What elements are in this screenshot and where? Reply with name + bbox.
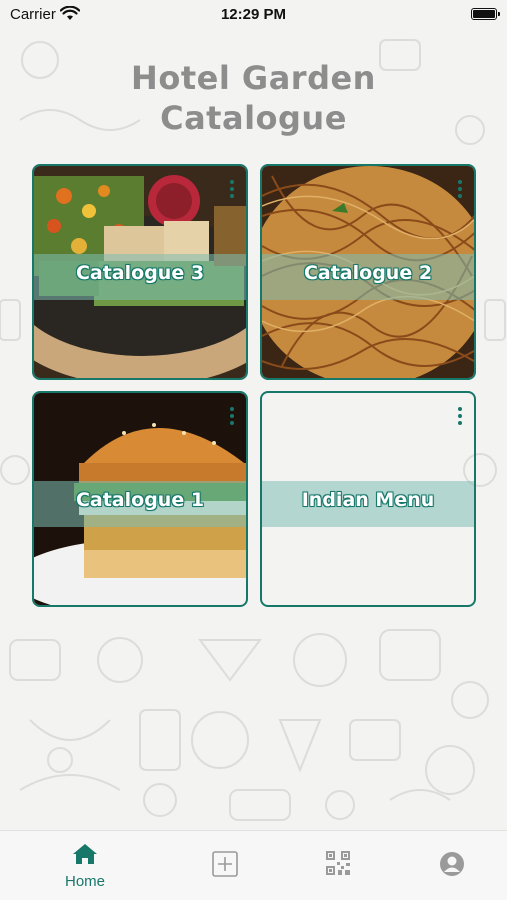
- tab-home[interactable]: Home: [22, 831, 148, 900]
- more-options-icon[interactable]: [230, 180, 234, 198]
- catalogue-card[interactable]: Catalogue 2: [260, 164, 476, 380]
- home-icon: [73, 844, 97, 864]
- catalogue-label: Indian Menu: [301, 489, 435, 511]
- tab-add[interactable]: [162, 831, 288, 900]
- add-square-icon: [212, 851, 238, 877]
- more-options-icon[interactable]: [230, 407, 234, 425]
- more-options-icon[interactable]: [458, 180, 462, 198]
- profile-icon: [440, 852, 464, 876]
- page-title: Hotel Garden Catalogue: [0, 58, 507, 138]
- tab-bar: Home: [0, 830, 507, 900]
- tab-profile[interactable]: [389, 831, 507, 900]
- title-line-1: Hotel Garden: [131, 59, 376, 97]
- status-bar: Carrier 12:29 PM: [0, 0, 507, 30]
- tab-qr[interactable]: [275, 831, 401, 900]
- catalogue-label: Catalogue 2: [303, 262, 433, 284]
- clock: 12:29 PM: [220, 6, 287, 23]
- more-options-icon[interactable]: [458, 407, 462, 425]
- title-line-2: Catalogue: [160, 99, 347, 137]
- catalogue-card[interactable]: Catalogue 1: [32, 391, 248, 607]
- battery-icon: [471, 8, 500, 20]
- catalogue-label: Catalogue 3: [75, 262, 205, 284]
- tab-home-label: Home: [64, 873, 105, 890]
- catalogue-card[interactable]: Catalogue 3: [32, 164, 248, 380]
- catalogue-card[interactable]: Indian Menu: [260, 391, 476, 607]
- catalogue-label: Catalogue 1: [75, 489, 205, 511]
- qr-code-icon: [326, 851, 350, 875]
